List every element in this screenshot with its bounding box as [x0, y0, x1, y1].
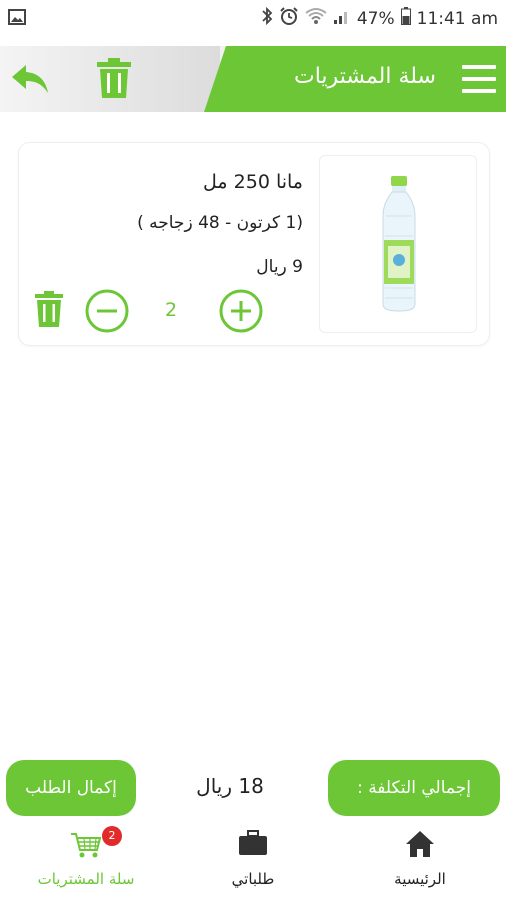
nav-item-cart[interactable]: 2 سلة المشتريات: [6, 822, 166, 900]
alarm-icon: [279, 6, 299, 31]
increase-quantity-button[interactable]: [219, 289, 263, 333]
product-image-frame: [319, 155, 477, 333]
cart-icon: [70, 830, 102, 864]
complete-order-button[interactable]: إكمال الطلب: [6, 760, 136, 816]
home-icon: [405, 830, 435, 862]
page-title: سلة المشتريات: [294, 64, 436, 89]
trash-icon: [35, 291, 63, 327]
back-button[interactable]: [10, 59, 50, 99]
briefcase-icon: [238, 830, 268, 860]
nav-label-home: الرئيسية: [394, 870, 446, 888]
nav-label-cart: سلة المشتريات: [37, 870, 135, 888]
wifi-icon: [305, 7, 327, 30]
water-bottle-image: [382, 176, 416, 312]
gallery-notification-icon: [8, 9, 26, 29]
nav-label-orders: طلباتي: [231, 870, 275, 888]
clear-cart-button[interactable]: [96, 57, 132, 99]
nav-item-home[interactable]: الرئيسية: [340, 822, 500, 900]
plus-circle-icon: [219, 289, 263, 333]
product-packaging: (1 كرتون - 48 زجاجه ): [137, 213, 303, 233]
trash-icon: [97, 58, 131, 98]
total-cost-label: إجمالي التكلفة :: [328, 760, 500, 816]
minus-circle-icon: [85, 289, 129, 333]
product-name: مانا 250 مل: [203, 171, 303, 193]
bottom-navigation: 2 سلة المشتريات طلباتي الرئيسية: [0, 822, 506, 900]
clock-time: 11:41 am: [416, 8, 498, 29]
battery-icon: [400, 7, 411, 30]
signal-icon: [333, 7, 351, 30]
nav-item-orders[interactable]: طلباتي: [173, 822, 333, 900]
cart-badge: 2: [102, 826, 122, 846]
hamburger-menu-icon: [462, 65, 496, 93]
product-price: 9 ريال: [256, 257, 303, 277]
quantity-value: 2: [164, 299, 178, 321]
cart-item-card: مانا 250 مل (1 كرتون - 48 زجاجه ) 9 ريال…: [18, 142, 490, 346]
reply-arrow-icon: [12, 65, 48, 93]
remove-item-button[interactable]: [35, 291, 63, 327]
status-bar: 47% 11:41 am: [0, 0, 506, 36]
battery-percent: 47%: [356, 8, 395, 29]
decrease-quantity-button[interactable]: [85, 289, 129, 333]
total-cost-value: 18 ريال: [196, 774, 264, 798]
menu-button[interactable]: [460, 60, 498, 98]
app-header: سلة المشتريات: [0, 46, 506, 112]
bluetooth-icon: [261, 6, 273, 31]
